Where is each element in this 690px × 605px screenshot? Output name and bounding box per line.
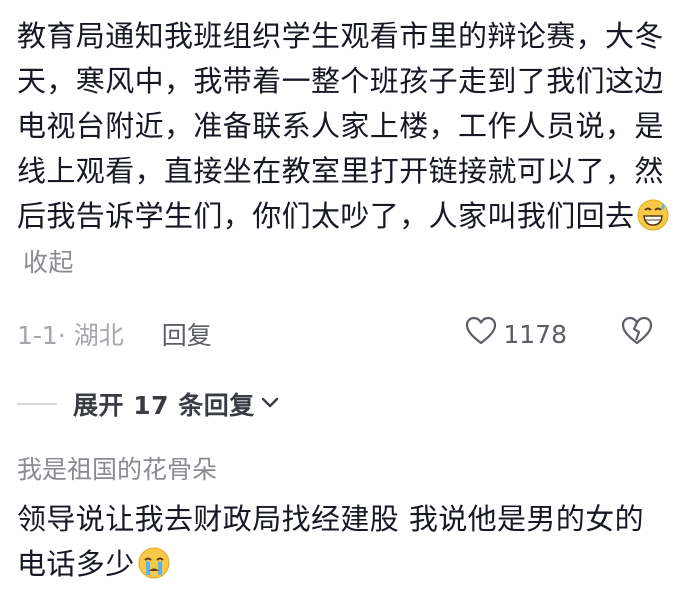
comment-item[interactable]: 我是祖国的花骨朵 领导说让我去财政局找经建股 我说他是男的女的 电话多少 xyxy=(17,452,682,587)
collapse-link[interactable]: 收起 xyxy=(23,248,74,277)
heart-outline-icon xyxy=(465,316,503,352)
expand-replies-label: 展开 17 条回复 xyxy=(73,391,255,420)
time-location: 1-1· 湖北 xyxy=(17,321,124,350)
comment-text: 教育局通知我班组织学生观看市里的辩论赛，大冬天，寒风中，我带着一整个班孩子走到了… xyxy=(17,14,682,285)
expand-replies[interactable]: 展开 17 条回复 xyxy=(17,382,281,426)
comment-meta-row: 1-1· 湖北 回复 1178 xyxy=(17,312,677,356)
like-button[interactable]: 1178 xyxy=(465,316,567,352)
dislike-button[interactable] xyxy=(621,316,653,352)
like-count: 1178 xyxy=(503,319,567,349)
comment-text-content: 领导说让我去财政局找经建股 我说他是男的女的 电话多少 xyxy=(17,502,645,581)
grinning-sweat-emoji-icon xyxy=(636,198,670,232)
comment-text: 领导说让我去财政局找经建股 我说他是男的女的 电话多少 xyxy=(17,497,682,587)
comment-item[interactable]: 教育局通知我班组织学生观看市里的辩论赛，大冬天，寒风中，我带着一整个班孩子走到了… xyxy=(17,14,682,285)
broken-heart-icon xyxy=(621,316,653,352)
comment-username[interactable]: 我是祖国的花骨朵 xyxy=(17,452,682,488)
crying-emoji-icon xyxy=(137,546,171,580)
chevron-down-icon xyxy=(255,390,281,419)
comment-text-content: 教育局通知我班组织学生观看市里的辩论赛，大冬天，寒风中，我带着一整个班孩子走到了… xyxy=(17,19,664,233)
divider-line xyxy=(17,403,57,405)
reply-button[interactable]: 回复 xyxy=(162,316,212,352)
